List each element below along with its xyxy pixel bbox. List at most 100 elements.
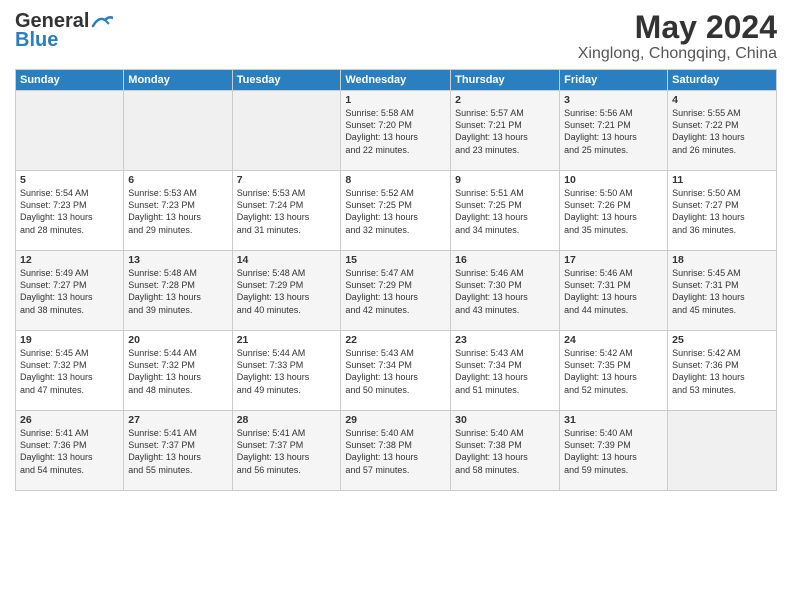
- logo-blue: Blue: [15, 29, 58, 52]
- weekday-header-thursday: Thursday: [451, 70, 560, 91]
- cell-info: Sunrise: 5:54 AM Sunset: 7:23 PM Dayligh…: [20, 187, 119, 236]
- cell-info: Sunrise: 5:48 AM Sunset: 7:28 PM Dayligh…: [128, 267, 227, 316]
- cell-info: Sunrise: 5:46 AM Sunset: 7:30 PM Dayligh…: [455, 267, 555, 316]
- day-number: 10: [564, 174, 663, 186]
- day-number: 22: [345, 334, 446, 346]
- calendar-cell: 17Sunrise: 5:46 AM Sunset: 7:31 PM Dayli…: [560, 251, 668, 331]
- day-number: 21: [237, 334, 337, 346]
- calendar-cell: 13Sunrise: 5:48 AM Sunset: 7:28 PM Dayli…: [124, 251, 232, 331]
- calendar-cell: 18Sunrise: 5:45 AM Sunset: 7:31 PM Dayli…: [668, 251, 777, 331]
- day-number: 7: [237, 174, 337, 186]
- calendar-cell: [16, 91, 124, 171]
- cell-info: Sunrise: 5:41 AM Sunset: 7:36 PM Dayligh…: [20, 427, 119, 476]
- cell-info: Sunrise: 5:40 AM Sunset: 7:38 PM Dayligh…: [455, 427, 555, 476]
- calendar-cell: 27Sunrise: 5:41 AM Sunset: 7:37 PM Dayli…: [124, 411, 232, 491]
- calendar-cell: 1Sunrise: 5:58 AM Sunset: 7:20 PM Daylig…: [341, 91, 451, 171]
- cell-info: Sunrise: 5:41 AM Sunset: 7:37 PM Dayligh…: [128, 427, 227, 476]
- day-number: 8: [345, 174, 446, 186]
- calendar-cell: 4Sunrise: 5:55 AM Sunset: 7:22 PM Daylig…: [668, 91, 777, 171]
- calendar-cell: 30Sunrise: 5:40 AM Sunset: 7:38 PM Dayli…: [451, 411, 560, 491]
- calendar-cell: 9Sunrise: 5:51 AM Sunset: 7:25 PM Daylig…: [451, 171, 560, 251]
- day-number: 29: [345, 414, 446, 426]
- calendar-cell: 21Sunrise: 5:44 AM Sunset: 7:33 PM Dayli…: [232, 331, 341, 411]
- cell-info: Sunrise: 5:41 AM Sunset: 7:37 PM Dayligh…: [237, 427, 337, 476]
- calendar-cell: 14Sunrise: 5:48 AM Sunset: 7:29 PM Dayli…: [232, 251, 341, 331]
- calendar-cell: [668, 411, 777, 491]
- calendar-cell: 20Sunrise: 5:44 AM Sunset: 7:32 PM Dayli…: [124, 331, 232, 411]
- cell-info: Sunrise: 5:53 AM Sunset: 7:23 PM Dayligh…: [128, 187, 227, 236]
- calendar-cell: 28Sunrise: 5:41 AM Sunset: 7:37 PM Dayli…: [232, 411, 341, 491]
- day-number: 27: [128, 414, 227, 426]
- cell-info: Sunrise: 5:50 AM Sunset: 7:27 PM Dayligh…: [672, 187, 772, 236]
- title-block: May 2024 Xinglong, Chongqing, China: [578, 10, 777, 63]
- weekday-header-monday: Monday: [124, 70, 232, 91]
- calendar-cell: 16Sunrise: 5:46 AM Sunset: 7:30 PM Dayli…: [451, 251, 560, 331]
- day-number: 26: [20, 414, 119, 426]
- calendar-cell: 26Sunrise: 5:41 AM Sunset: 7:36 PM Dayli…: [16, 411, 124, 491]
- calendar-cell: 29Sunrise: 5:40 AM Sunset: 7:38 PM Dayli…: [341, 411, 451, 491]
- calendar-cell: 22Sunrise: 5:43 AM Sunset: 7:34 PM Dayli…: [341, 331, 451, 411]
- calendar-cell: 5Sunrise: 5:54 AM Sunset: 7:23 PM Daylig…: [16, 171, 124, 251]
- calendar-cell: 25Sunrise: 5:42 AM Sunset: 7:36 PM Dayli…: [668, 331, 777, 411]
- cell-info: Sunrise: 5:45 AM Sunset: 7:32 PM Dayligh…: [20, 347, 119, 396]
- weekday-header-tuesday: Tuesday: [232, 70, 341, 91]
- day-number: 13: [128, 254, 227, 266]
- cell-info: Sunrise: 5:43 AM Sunset: 7:34 PM Dayligh…: [455, 347, 555, 396]
- day-number: 11: [672, 174, 772, 186]
- month-title: May 2024: [578, 10, 777, 45]
- day-number: 23: [455, 334, 555, 346]
- cell-info: Sunrise: 5:42 AM Sunset: 7:35 PM Dayligh…: [564, 347, 663, 396]
- day-number: 6: [128, 174, 227, 186]
- week-row-1: 1Sunrise: 5:58 AM Sunset: 7:20 PM Daylig…: [16, 91, 777, 171]
- cell-info: Sunrise: 5:42 AM Sunset: 7:36 PM Dayligh…: [672, 347, 772, 396]
- calendar-cell: [232, 91, 341, 171]
- week-row-3: 12Sunrise: 5:49 AM Sunset: 7:27 PM Dayli…: [16, 251, 777, 331]
- cell-info: Sunrise: 5:52 AM Sunset: 7:25 PM Dayligh…: [345, 187, 446, 236]
- cell-info: Sunrise: 5:50 AM Sunset: 7:26 PM Dayligh…: [564, 187, 663, 236]
- cell-info: Sunrise: 5:49 AM Sunset: 7:27 PM Dayligh…: [20, 267, 119, 316]
- page-container: General Blue May 2024 Xinglong, Chongqin…: [0, 0, 792, 496]
- day-number: 31: [564, 414, 663, 426]
- calendar-cell: 24Sunrise: 5:42 AM Sunset: 7:35 PM Dayli…: [560, 331, 668, 411]
- calendar-cell: 6Sunrise: 5:53 AM Sunset: 7:23 PM Daylig…: [124, 171, 232, 251]
- cell-info: Sunrise: 5:40 AM Sunset: 7:38 PM Dayligh…: [345, 427, 446, 476]
- weekday-header-row: SundayMondayTuesdayWednesdayThursdayFrid…: [16, 70, 777, 91]
- weekday-header-wednesday: Wednesday: [341, 70, 451, 91]
- cell-info: Sunrise: 5:43 AM Sunset: 7:34 PM Dayligh…: [345, 347, 446, 396]
- header-row: General Blue May 2024 Xinglong, Chongqin…: [15, 10, 777, 63]
- calendar-cell: 10Sunrise: 5:50 AM Sunset: 7:26 PM Dayli…: [560, 171, 668, 251]
- day-number: 20: [128, 334, 227, 346]
- calendar-cell: 8Sunrise: 5:52 AM Sunset: 7:25 PM Daylig…: [341, 171, 451, 251]
- day-number: 15: [345, 254, 446, 266]
- calendar-cell: 31Sunrise: 5:40 AM Sunset: 7:39 PM Dayli…: [560, 411, 668, 491]
- logo-bird-icon: [91, 14, 113, 30]
- day-number: 2: [455, 94, 555, 106]
- cell-info: Sunrise: 5:47 AM Sunset: 7:29 PM Dayligh…: [345, 267, 446, 316]
- cell-info: Sunrise: 5:40 AM Sunset: 7:39 PM Dayligh…: [564, 427, 663, 476]
- cell-info: Sunrise: 5:51 AM Sunset: 7:25 PM Dayligh…: [455, 187, 555, 236]
- calendar-cell: 19Sunrise: 5:45 AM Sunset: 7:32 PM Dayli…: [16, 331, 124, 411]
- week-row-5: 26Sunrise: 5:41 AM Sunset: 7:36 PM Dayli…: [16, 411, 777, 491]
- day-number: 1: [345, 94, 446, 106]
- day-number: 17: [564, 254, 663, 266]
- cell-info: Sunrise: 5:58 AM Sunset: 7:20 PM Dayligh…: [345, 107, 446, 156]
- day-number: 24: [564, 334, 663, 346]
- cell-info: Sunrise: 5:44 AM Sunset: 7:33 PM Dayligh…: [237, 347, 337, 396]
- calendar-cell: 15Sunrise: 5:47 AM Sunset: 7:29 PM Dayli…: [341, 251, 451, 331]
- calendar-cell: [124, 91, 232, 171]
- calendar-table: SundayMondayTuesdayWednesdayThursdayFrid…: [15, 69, 777, 491]
- calendar-cell: 12Sunrise: 5:49 AM Sunset: 7:27 PM Dayli…: [16, 251, 124, 331]
- cell-info: Sunrise: 5:45 AM Sunset: 7:31 PM Dayligh…: [672, 267, 772, 316]
- cell-info: Sunrise: 5:55 AM Sunset: 7:22 PM Dayligh…: [672, 107, 772, 156]
- day-number: 18: [672, 254, 772, 266]
- week-row-2: 5Sunrise: 5:54 AM Sunset: 7:23 PM Daylig…: [16, 171, 777, 251]
- calendar-cell: 2Sunrise: 5:57 AM Sunset: 7:21 PM Daylig…: [451, 91, 560, 171]
- day-number: 14: [237, 254, 337, 266]
- cell-info: Sunrise: 5:48 AM Sunset: 7:29 PM Dayligh…: [237, 267, 337, 316]
- day-number: 30: [455, 414, 555, 426]
- day-number: 19: [20, 334, 119, 346]
- day-number: 5: [20, 174, 119, 186]
- cell-info: Sunrise: 5:57 AM Sunset: 7:21 PM Dayligh…: [455, 107, 555, 156]
- location-title: Xinglong, Chongqing, China: [578, 45, 777, 63]
- day-number: 28: [237, 414, 337, 426]
